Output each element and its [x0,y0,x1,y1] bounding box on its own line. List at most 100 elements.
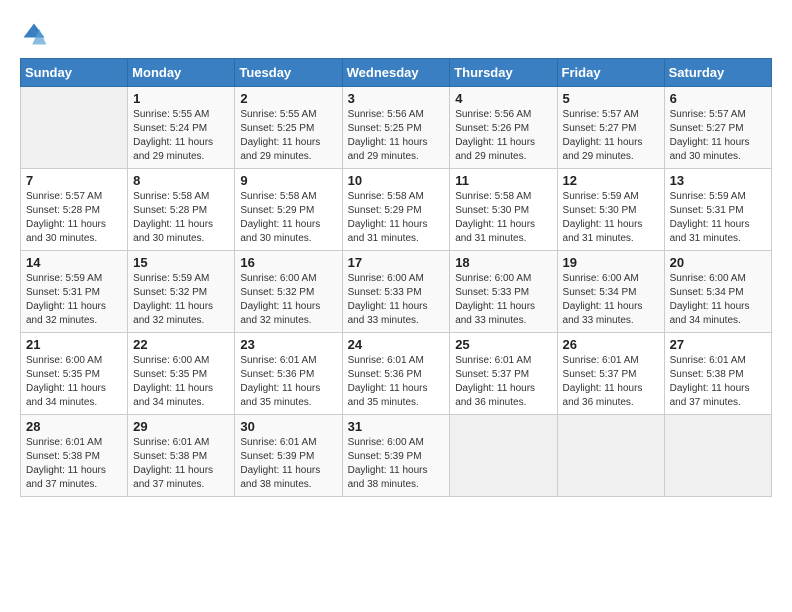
day-info: Sunrise: 5:57 AMSunset: 5:27 PMDaylight:… [670,108,766,164]
day-number: 6 [670,91,766,106]
calendar-cell [557,415,664,497]
day-number: 28 [26,419,122,434]
calendar-week-row: 28 Sunrise: 6:01 AMSunset: 5:38 PMDayligh… [21,415,772,497]
day-number: 10 [348,173,445,188]
day-number: 9 [240,173,336,188]
header-tuesday: Tuesday [235,59,342,87]
calendar-cell: 26Sunrise: 6:01 AMSunset: 5:37 PMDayligh… [557,333,664,415]
calendar-cell: 6 Sunrise: 5:57 AMSunset: 5:27 PMDaylight… [664,87,771,169]
day-info: Sunrise: 5:58 AMSunset: 5:30 PMDaylight:… [455,190,551,246]
day-info: Sunrise: 5:55 AMSunset: 5:25 PMDaylight:… [240,108,336,164]
day-info: Sunrise: 6:01 AMSunset: 5:39 PMDaylight:… [240,436,336,492]
day-info: Sunrise: 5:57 AMSunset: 5:28 PMDaylight:… [26,190,122,246]
day-info: Sunrise: 6:00 AMSunset: 5:39 PMDaylight:… [348,436,445,492]
day-info: Sunrise: 6:00 AMSunset: 5:34 PMDaylight:… [563,272,659,328]
calendar-cell: 18 Sunrise: 6:00 AMSunset: 5:33 PMDayligh… [450,251,557,333]
day-info: Sunrise: 6:00 AMSunset: 5:35 PMDaylight:… [133,354,229,410]
calendar-cell: 2 Sunrise: 5:55 AMSunset: 5:25 PMDaylight… [235,87,342,169]
calendar-header-row: SundayMondayTuesdayWednesdayThursdayFrid… [21,59,772,87]
day-number: 24 [348,337,445,352]
calendar-cell: 20 Sunrise: 6:00 AMSunset: 5:34 PMDayligh… [664,251,771,333]
day-info: Sunrise: 6:00 AMSunset: 5:32 PMDaylight:… [240,272,336,328]
day-number: 17 [348,255,445,270]
calendar-week-row: 21 Sunrise: 6:00 AMSunset: 5:35 PMDayligh… [21,333,772,415]
day-info: Sunrise: 6:00 AMSunset: 5:35 PMDaylight:… [26,354,122,410]
day-number: 4 [455,91,551,106]
day-number: 12 [563,173,659,188]
calendar-cell: 8 Sunrise: 5:58 AMSunset: 5:28 PMDaylight… [128,169,235,251]
calendar-cell: 24 Sunrise: 6:01 AMSunset: 5:36 PMDayligh… [342,333,450,415]
day-number: 29 [133,419,229,434]
header-friday: Friday [557,59,664,87]
calendar-week-row: 14Sunrise: 5:59 AMSunset: 5:31 PMDayligh… [21,251,772,333]
day-info: Sunrise: 5:57 AMSunset: 5:27 PMDaylight:… [563,108,659,164]
day-info: Sunrise: 5:59 AMSunset: 5:32 PMDaylight:… [133,272,229,328]
day-info: Sunrise: 6:01 AMSunset: 5:38 PMDaylight:… [26,436,122,492]
day-number: 21 [26,337,122,352]
day-number: 2 [240,91,336,106]
day-info: Sunrise: 6:00 AMSunset: 5:33 PMDaylight:… [455,272,551,328]
calendar-cell: 10 Sunrise: 5:58 AMSunset: 5:29 PMDayligh… [342,169,450,251]
day-info: Sunrise: 6:01 AMSunset: 5:38 PMDaylight:… [133,436,229,492]
calendar-cell: 13 Sunrise: 5:59 AMSunset: 5:31 PMDayligh… [664,169,771,251]
calendar-cell: 17 Sunrise: 6:00 AMSunset: 5:33 PMDayligh… [342,251,450,333]
day-number: 18 [455,255,551,270]
day-number: 16 [240,255,336,270]
calendar-cell: 3 Sunrise: 5:56 AMSunset: 5:25 PMDaylight… [342,87,450,169]
header-saturday: Saturday [664,59,771,87]
day-number: 23 [240,337,336,352]
day-number: 25 [455,337,551,352]
day-number: 27 [670,337,766,352]
day-number: 15 [133,255,229,270]
day-info: Sunrise: 6:01 AMSunset: 5:36 PMDaylight:… [348,354,445,410]
day-info: Sunrise: 6:01 AMSunset: 5:37 PMDaylight:… [563,354,659,410]
day-info: Sunrise: 6:00 AMSunset: 5:34 PMDaylight:… [670,272,766,328]
day-number: 11 [455,173,551,188]
calendar-cell: 22 Sunrise: 6:00 AMSunset: 5:35 PMDayligh… [128,333,235,415]
day-number: 7 [26,173,122,188]
logo [20,20,52,48]
day-info: Sunrise: 5:59 AMSunset: 5:31 PMDaylight:… [670,190,766,246]
day-info: Sunrise: 5:58 AMSunset: 5:29 PMDaylight:… [348,190,445,246]
day-info: Sunrise: 6:00 AMSunset: 5:33 PMDaylight:… [348,272,445,328]
header-sunday: Sunday [21,59,128,87]
calendar-cell: 4 Sunrise: 5:56 AMSunset: 5:26 PMDaylight… [450,87,557,169]
calendar-cell: 23 Sunrise: 6:01 AMSunset: 5:36 PMDayligh… [235,333,342,415]
calendar-cell: 28 Sunrise: 6:01 AMSunset: 5:38 PMDayligh… [21,415,128,497]
header-monday: Monday [128,59,235,87]
calendar-table: SundayMondayTuesdayWednesdayThursdayFrid… [20,58,772,497]
calendar-cell: 21 Sunrise: 6:00 AMSunset: 5:35 PMDayligh… [21,333,128,415]
calendar-cell: 25Sunrise: 6:01 AMSunset: 5:37 PMDayligh… [450,333,557,415]
calendar-cell: 12 Sunrise: 5:59 AMSunset: 5:30 PMDayligh… [557,169,664,251]
calendar-cell [21,87,128,169]
day-info: Sunrise: 5:59 AMSunset: 5:31 PMDaylight:… [26,272,122,328]
calendar-cell: 14Sunrise: 5:59 AMSunset: 5:31 PMDayligh… [21,251,128,333]
calendar-cell: 7 Sunrise: 5:57 AMSunset: 5:28 PMDaylight… [21,169,128,251]
page-header [20,20,772,48]
day-info: Sunrise: 5:58 AMSunset: 5:28 PMDaylight:… [133,190,229,246]
day-info: Sunrise: 5:59 AMSunset: 5:30 PMDaylight:… [563,190,659,246]
day-number: 20 [670,255,766,270]
day-info: Sunrise: 6:01 AMSunset: 5:36 PMDaylight:… [240,354,336,410]
day-number: 3 [348,91,445,106]
calendar-cell: 9 Sunrise: 5:58 AMSunset: 5:29 PMDaylight… [235,169,342,251]
header-thursday: Thursday [450,59,557,87]
day-number: 22 [133,337,229,352]
day-info: Sunrise: 5:58 AMSunset: 5:29 PMDaylight:… [240,190,336,246]
day-number: 19 [563,255,659,270]
day-number: 13 [670,173,766,188]
day-info: Sunrise: 5:56 AMSunset: 5:26 PMDaylight:… [455,108,551,164]
calendar-cell: 31Sunrise: 6:00 AMSunset: 5:39 PMDayligh… [342,415,450,497]
calendar-cell: 30 Sunrise: 6:01 AMSunset: 5:39 PMDayligh… [235,415,342,497]
day-number: 1 [133,91,229,106]
calendar-cell [450,415,557,497]
calendar-cell: 1 Sunrise: 5:55 AMSunset: 5:24 PMDaylight… [128,87,235,169]
day-info: Sunrise: 5:55 AMSunset: 5:24 PMDaylight:… [133,108,229,164]
day-number: 5 [563,91,659,106]
day-number: 8 [133,173,229,188]
day-info: Sunrise: 5:56 AMSunset: 5:25 PMDaylight:… [348,108,445,164]
day-number: 30 [240,419,336,434]
logo-icon [20,20,48,48]
calendar-cell: 11 Sunrise: 5:58 AMSunset: 5:30 PMDayligh… [450,169,557,251]
calendar-cell: 19 Sunrise: 6:00 AMSunset: 5:34 PMDayligh… [557,251,664,333]
